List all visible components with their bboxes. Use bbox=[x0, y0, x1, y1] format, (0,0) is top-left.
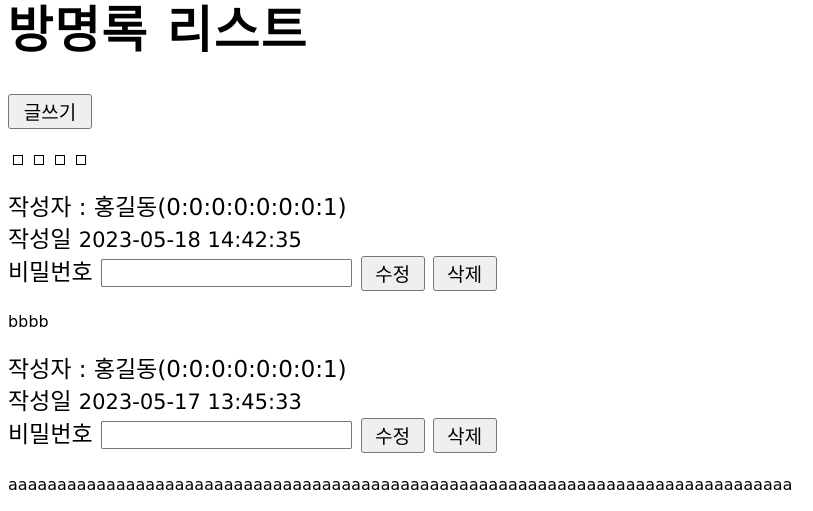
password-row: 비밀번호 수정 삭제 bbox=[8, 417, 505, 453]
password-row: 비밀번호 수정 삭제 bbox=[8, 255, 505, 291]
edit-button[interactable]: 수정 bbox=[360, 417, 425, 453]
missing-glyph-box-icon bbox=[13, 155, 23, 165]
password-input[interactable] bbox=[100, 259, 352, 287]
date-line: 작성일 2023-05-18 14:42:35 bbox=[8, 225, 302, 255]
date-value: 2023-05-17 13:45:33 bbox=[78, 390, 302, 414]
missing-glyph-box-icon bbox=[55, 155, 65, 165]
date-label: 작성일 bbox=[8, 227, 72, 253]
entry-content: aaaaaaaaaaaaaaaaaaaaaaaaaaaaaaaaaaaaaaaa… bbox=[8, 475, 793, 494]
entry-content: bbbb bbox=[8, 312, 49, 331]
password-label: 비밀번호 bbox=[8, 422, 93, 448]
page-title: 방명록 리스트 bbox=[8, 1, 309, 59]
author-line: 작성자 : 홍길동(0:0:0:0:0:0:0:1) bbox=[8, 195, 347, 221]
write-button[interactable]: 글쓰기 bbox=[8, 94, 92, 129]
edit-button[interactable]: 수정 bbox=[360, 255, 425, 291]
date-value: 2023-05-18 14:42:35 bbox=[78, 228, 302, 252]
date-line: 작성일 2023-05-17 13:45:33 bbox=[8, 387, 302, 417]
password-input[interactable] bbox=[100, 421, 352, 449]
password-label: 비밀번호 bbox=[8, 260, 93, 286]
delete-button[interactable]: 삭제 bbox=[432, 255, 497, 291]
guestbook-page: { "page": { "title": "방명록 리스트", "write_b… bbox=[0, 0, 813, 511]
delete-button[interactable]: 삭제 bbox=[432, 417, 497, 453]
missing-glyph-box-icon bbox=[76, 155, 86, 165]
date-label: 작성일 bbox=[8, 389, 72, 415]
missing-glyph-box-icon bbox=[34, 155, 44, 165]
missing-glyph-row bbox=[13, 155, 86, 165]
author-line: 작성자 : 홍길동(0:0:0:0:0:0:0:1) bbox=[8, 357, 347, 383]
